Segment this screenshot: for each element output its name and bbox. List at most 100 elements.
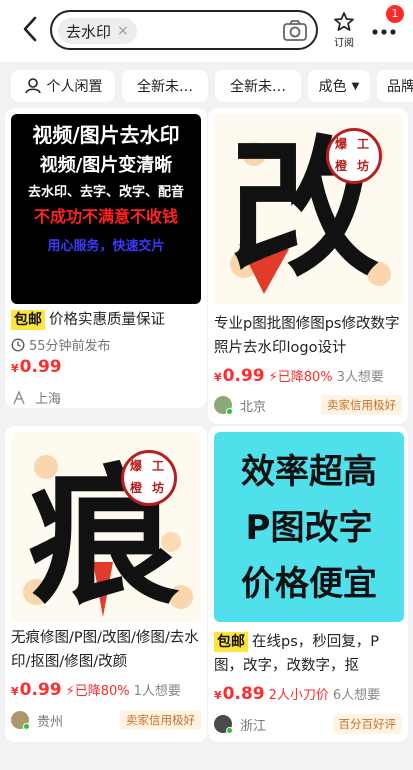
thumb-line: 视频/图片变清晰 xyxy=(39,155,173,176)
bargain-count: 2人小刀价 xyxy=(268,688,329,703)
product-card[interactable]: 改 爆 工 橙 坊 专业p图批图修图ps修改数字照片去水印logo设计 ¥0.9… xyxy=(208,108,408,424)
seller-location: 北京 xyxy=(240,399,267,415)
product-image: 效率超高 P图改字 价格便宜 xyxy=(214,432,404,622)
seller-location: 浙江 xyxy=(240,718,267,734)
thumb-line: 用心服务，快速交片 xyxy=(47,239,165,254)
stamp-char: 爆 xyxy=(130,459,143,473)
thumb-line: 去水印、去字、改字、配音 xyxy=(27,185,184,200)
seller-avatar[interactable] xyxy=(214,715,233,734)
price: ¥0.99 xyxy=(214,366,265,386)
price-row: ¥0.99 ⚡已降80% 1人想要 xyxy=(11,680,181,700)
price-drop-text: 已降80% xyxy=(74,684,130,699)
search-query-text: 去水印 xyxy=(66,22,112,41)
subscribe-star-icon xyxy=(334,12,354,31)
currency-symbol: ¥ xyxy=(214,371,222,384)
thumb-line: 视频/图片去水印 xyxy=(32,123,180,147)
filter-brand-new-2[interactable]: 全新未… xyxy=(215,70,301,102)
search-query-chip[interactable]: 去水印 × xyxy=(58,18,137,44)
brand-stamp: 爆 工 橙 坊 xyxy=(121,450,177,506)
lightning-icon: ⚡ xyxy=(65,684,75,699)
top-bar: 去水印 × 订阅 1 xyxy=(0,0,413,62)
notification-badge: 1 xyxy=(386,5,404,23)
product-image: 视频/图片去水印 视频/图片变清晰 去水印、去字、改字、配音 不成功不满意不收钱… xyxy=(11,114,201,304)
more-menu-icon[interactable] xyxy=(371,22,397,42)
stamp-char: 橙 xyxy=(335,159,348,173)
thumb-line: 不成功不满意不收钱 xyxy=(33,207,178,226)
clock-icon xyxy=(11,338,25,351)
location-pin-icon xyxy=(13,389,25,404)
price-value: 0.99 xyxy=(19,680,62,700)
product-title: 包邮 在线ps，秒回复，P图，改字，改数字，抠 xyxy=(214,630,400,678)
online-dot xyxy=(23,723,30,730)
filter-condition[interactable]: 成色 ▼ xyxy=(308,70,370,102)
filter-brand-new-1[interactable]: 全新未… xyxy=(122,70,208,102)
stamp-char: 橙 xyxy=(130,481,143,495)
product-title: 专业p图批图修图ps修改数字照片去水印logo设计 xyxy=(214,316,400,356)
product-card[interactable]: 效率超高 P图改字 价格便宜 包邮 在线ps，秒回复，P图，改字，改数字，抠 ¥0… xyxy=(208,426,408,742)
price-drop: ⚡已降80% xyxy=(66,680,130,699)
stamp-char: 坊 xyxy=(357,159,370,173)
stamp-char: 工 xyxy=(152,459,165,473)
product-title-text: 价格实惠质量保证 xyxy=(49,312,165,328)
currency-symbol: ¥ xyxy=(214,689,222,702)
product-title: 包邮 价格实惠质量保证 xyxy=(11,308,199,332)
subscribe-label: 订阅 xyxy=(334,38,354,49)
brand-stamp: 爆 工 橙 坊 xyxy=(326,128,382,184)
product-title: 无痕修图/P图/改图/修图/去水印/抠图/修图/改颜 xyxy=(11,630,199,670)
filter-label: 全新未… xyxy=(137,79,193,95)
camera-icon[interactable] xyxy=(282,18,308,44)
lightning-icon: ⚡ xyxy=(268,370,278,385)
price-drop-text: 已降80% xyxy=(277,370,333,385)
price-value: 0.89 xyxy=(222,684,265,704)
seller-row: 北京 卖家信用极好 xyxy=(214,395,402,415)
search-box[interactable]: 去水印 × xyxy=(50,10,318,50)
credit-badge: 卖家信用极好 xyxy=(321,395,402,415)
publish-time-text: 55分钟前发布 xyxy=(29,339,111,354)
currency-symbol: ¥ xyxy=(11,362,19,375)
product-card[interactable]: 视频/图片去水印 视频/图片变清晰 去水印、去字、改字、配音 不成功不满意不收钱… xyxy=(5,108,207,408)
seller-row: 上海 xyxy=(11,388,201,407)
online-dot xyxy=(226,727,233,734)
currency-symbol: ¥ xyxy=(11,685,19,698)
want-count: 3人想要 xyxy=(336,370,384,385)
subscribe-button[interactable]: 订阅 xyxy=(329,12,359,49)
product-card[interactable]: 痕 爆 工 橙 坊 无痕修图/P图/改图/修图/去水印/抠图/修图/改颜 ¥0.… xyxy=(5,426,207,742)
price-row: ¥0.99 xyxy=(11,357,62,377)
want-count: 1人想要 xyxy=(133,684,181,699)
publish-time: 55分钟前发布 xyxy=(11,335,111,354)
credit-badge: 百分百好评 xyxy=(332,714,402,734)
product-image: 改 爆 工 橙 坊 xyxy=(214,114,404,304)
filter-label: 个人闲置 xyxy=(46,79,103,95)
price-row: ¥0.99 ⚡已降80% 3人想要 xyxy=(214,366,384,386)
want-count: 6人想要 xyxy=(332,688,381,703)
price: ¥0.99 xyxy=(11,680,62,700)
product-image: 痕 爆 工 橙 坊 xyxy=(11,432,201,622)
seller-row: 贵州 卖家信用极好 xyxy=(11,710,201,730)
stamp-char: 爆 xyxy=(335,137,348,151)
filter-label: 全新未… xyxy=(230,79,286,95)
price-value: 0.99 xyxy=(222,366,265,386)
free-shipping-tag: 包邮 xyxy=(11,310,45,330)
thumb-line: 效率超高 xyxy=(241,452,377,492)
seller-avatar[interactable] xyxy=(214,396,233,415)
seller-avatar[interactable] xyxy=(11,711,30,730)
back-arrow-icon[interactable] xyxy=(16,14,46,44)
stamp-char: 坊 xyxy=(152,481,165,495)
seller-location: 上海 xyxy=(35,392,62,407)
online-dot xyxy=(226,408,233,415)
filter-label: 成色 xyxy=(318,79,347,95)
filter-brand[interactable]: 品牌 xyxy=(377,70,413,102)
price: ¥0.99 xyxy=(11,357,62,377)
price-row: ¥0.89 2人小刀价 6人想要 xyxy=(214,684,380,704)
filter-personal-idle[interactable]: 个人闲置 xyxy=(11,70,115,102)
stamp-char: 工 xyxy=(357,137,370,151)
credit-badge: 卖家信用极好 xyxy=(120,710,201,730)
free-shipping-tag: 包邮 xyxy=(214,632,248,652)
clear-query-icon[interactable]: × xyxy=(117,23,129,39)
seller-location: 贵州 xyxy=(37,714,64,730)
price: ¥0.89 xyxy=(214,684,265,704)
price-drop: ⚡已降80% xyxy=(269,366,333,385)
thumb-line: 价格便宜 xyxy=(241,564,377,604)
filter-bar: 个人闲置 全新未… 全新未… 成色 ▼ 品牌 xyxy=(0,62,413,108)
person-icon xyxy=(24,78,41,94)
